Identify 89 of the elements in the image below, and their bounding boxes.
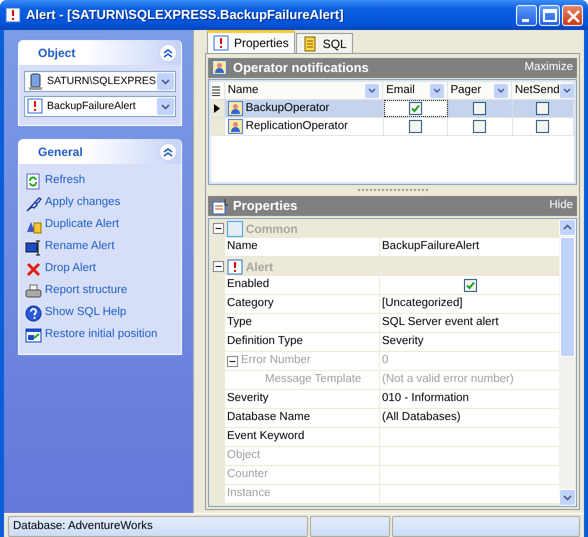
section-title: Properties [233,197,298,216]
alert-icon [5,7,21,23]
property-name: Type [227,315,252,330]
dropdown[interactable]: SATURN\SQLEXPRES [24,71,176,92]
alert-icon [213,35,229,51]
server-icon [27,73,44,90]
property-name: Category [227,296,274,312]
maximize-link[interactable]: Maximize [524,59,573,77]
collapse-toggle-icon[interactable] [213,223,224,234]
task-link[interactable]: Rename Alert [44,238,115,256]
alert-icon [27,98,44,115]
column-header: Pager [450,82,482,98]
scroll-down-icon[interactable] [559,489,576,506]
checkbox[interactable] [408,102,422,115]
property-value[interactable]: BackupFailureAlert [382,238,480,256]
user-icon [228,119,243,134]
user-icon [212,60,229,76]
delete-icon [25,260,42,278]
window-icon [25,326,42,344]
column-chooser-icon [211,86,221,96]
panel-title: General [38,144,83,160]
property-value[interactable]: [Uncategorized] [382,295,463,313]
scroll-up-icon[interactable] [559,219,576,236]
dropdown[interactable]: BackupFailureAlert [24,96,176,117]
collapse-icon[interactable] [159,44,177,62]
splitter-grip-icon [358,188,428,192]
property-name: Counter [227,467,268,482]
property-name: Event Keyword [227,429,304,444]
tab[interactable]: SQL [296,33,353,53]
dropdown-icon[interactable] [430,84,444,98]
panel-title: Object [38,44,76,62]
property-name: Instance [227,486,270,502]
script-icon [302,36,318,52]
panel-icon [226,220,243,236]
operator-name: BackupOperator [246,100,330,116]
collapse-icon[interactable] [159,142,177,160]
scrollbar[interactable] [559,219,576,506]
property-name: Severity [227,391,269,406]
property-name: Definition Type [227,334,303,350]
task-link[interactable]: Drop Alert [44,260,96,278]
window-title: Alert - [SATURN\SQLEXPRESS.BackupFailureAlert] [26,6,345,24]
group-title: Common [246,220,298,238]
task-link[interactable]: Refresh [44,172,86,190]
property-value[interactable]: Severity [382,333,424,351]
caret-icon[interactable] [161,78,170,84]
task-link[interactable]: Duplicate Alert [44,216,120,234]
checkbox[interactable] [473,102,486,115]
column-header: Name [228,82,258,98]
column-header: Email [386,82,415,98]
task-link[interactable]: Show SQL Help [44,304,126,322]
hide-link[interactable]: Hide [549,197,573,215]
property-value: (Not a valid error number) [382,372,514,388]
status-text: Database: AdventureWorks [8,516,308,537]
task-link[interactable]: Report structure [44,282,128,300]
group-title: Alert [246,258,274,276]
property-value[interactable]: 010 - Information [382,390,469,408]
property-name: Database Name [227,410,310,426]
task-link[interactable]: Restore initial position [44,326,158,344]
column-header: NetSend [514,82,560,98]
checkbox[interactable] [464,278,477,292]
printer-icon [25,282,42,300]
operator-name: ReplicationOperator [246,118,348,134]
rename-icon [25,238,42,256]
property-value[interactable]: SQL Server event alert [382,314,499,332]
checkbox[interactable] [536,120,550,133]
tab[interactable]: Properties [207,30,295,53]
property-name: Object [227,448,260,464]
scrollbar-thumb[interactable] [560,237,575,357]
property-value: 0 [382,353,388,368]
property-name: Enabled [227,277,270,292]
property-name: Name [227,239,258,254]
quill-icon [25,194,42,212]
dropdown-icon[interactable] [365,84,380,98]
checkbox[interactable] [536,102,550,115]
checkbox[interactable] [408,120,422,133]
section-title: Operator notifications [233,59,370,78]
property-name: Error Number [241,353,311,368]
property-name: Message Template [265,372,362,388]
task-link[interactable]: Apply changes [44,194,120,212]
caret-icon[interactable] [161,104,170,110]
properties-icon [212,198,229,214]
collapse-toggle-icon[interactable] [213,261,224,272]
user-icon [228,101,243,116]
help-icon [25,304,42,322]
refresh-icon [25,172,42,190]
dropdown-icon[interactable] [560,84,574,98]
property-value[interactable]: (All Databases) [382,409,461,427]
dropdown-icon[interactable] [494,84,508,98]
checkbox[interactable] [473,120,486,133]
